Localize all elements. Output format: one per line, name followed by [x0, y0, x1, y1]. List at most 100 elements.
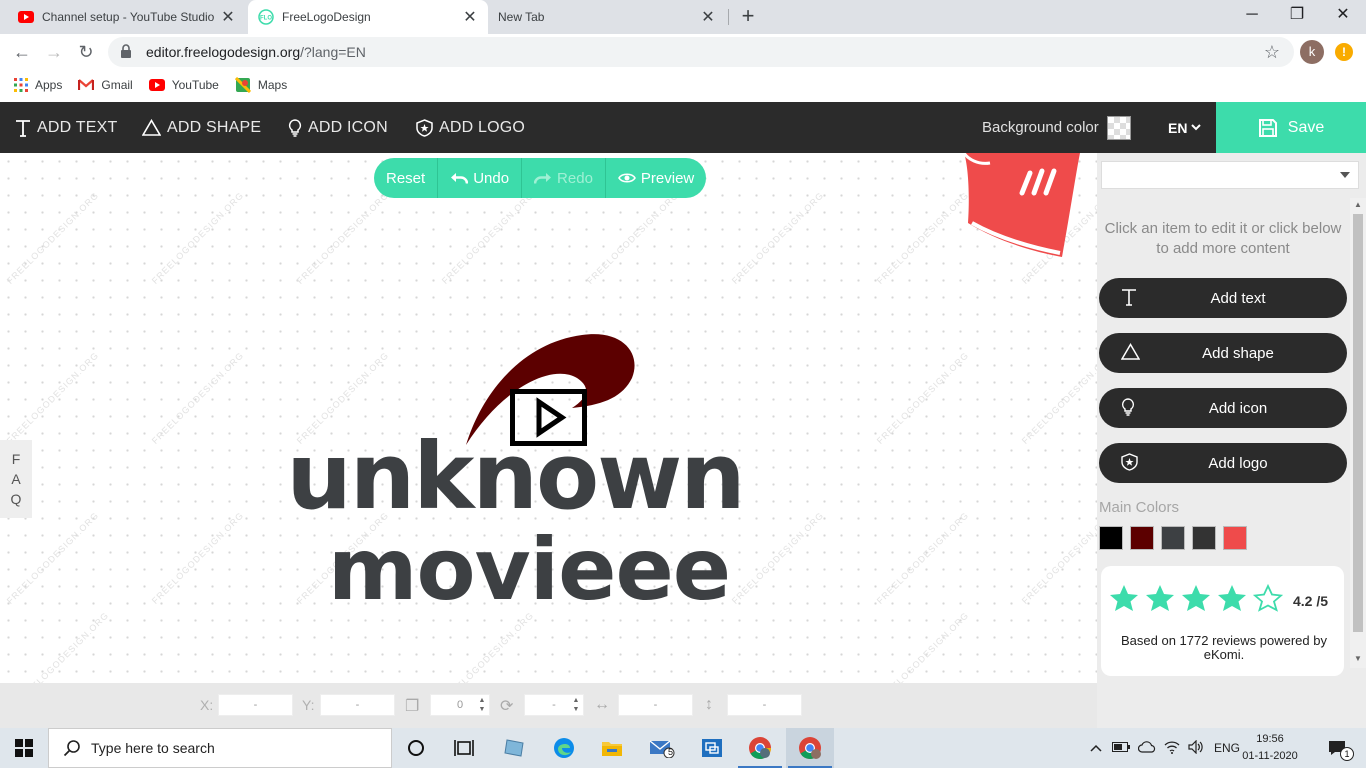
task-view-icon[interactable]: [440, 728, 488, 768]
reset-button[interactable]: Reset: [374, 158, 439, 198]
input-language[interactable]: ENG: [1214, 741, 1240, 755]
y-input[interactable]: -: [320, 694, 395, 716]
redo-button[interactable]: Redo: [522, 158, 606, 198]
notification-icon[interactable]: 1: [1312, 728, 1362, 768]
chrome-profile-icon[interactable]: [786, 728, 834, 768]
star-full-icon: [1146, 585, 1174, 611]
watermark: FREELOGODESIGN.ORG: [4, 510, 101, 606]
bookmark-maps[interactable]: Maps: [234, 77, 287, 93]
tab-close-icon[interactable]: ✕: [220, 7, 236, 27]
clock-time: 19:56: [1256, 733, 1284, 745]
background-color-control[interactable]: Background color: [982, 102, 1131, 153]
reload-icon[interactable]: ↻: [74, 40, 98, 64]
color-swatch[interactable]: [1223, 526, 1247, 550]
rotation-input[interactable]: - ▲ ▼: [524, 694, 584, 716]
windows-start-icon[interactable]: [0, 728, 48, 768]
shield-star-icon: [1121, 453, 1138, 471]
watermark: FREELOGODESIGN.ORG: [149, 510, 246, 606]
scroll-down-icon[interactable]: ▼: [1353, 654, 1363, 663]
bookmark-apps[interactable]: Apps: [14, 78, 62, 92]
watermark: FREELOGODESIGN.ORG: [874, 510, 971, 606]
cortana-icon[interactable]: [392, 728, 440, 768]
star-outline-icon: [1253, 584, 1283, 612]
width-input[interactable]: -: [618, 694, 693, 716]
stepper-icon[interactable]: ▲ ▼: [477, 696, 487, 714]
color-swatch[interactable]: [1130, 526, 1154, 550]
search-icon: [63, 739, 81, 757]
helmet-icon[interactable]: [960, 153, 1082, 261]
add-shape-button[interactable]: Add shape: [1099, 333, 1347, 373]
remote-desktop-icon[interactable]: [688, 728, 736, 768]
add-icon-tool[interactable]: ADD ICON: [288, 102, 388, 153]
logo-text-line2[interactable]: movieee: [308, 524, 750, 616]
main-colors-label: Main Colors: [1099, 499, 1180, 516]
update-badge-icon[interactable]: !: [1335, 43, 1353, 61]
minimize-icon[interactable]: ─: [1229, 0, 1275, 30]
svg-text:FLO: FLO: [260, 16, 272, 22]
preview-button[interactable]: Preview: [606, 158, 706, 198]
taskbar-search-box[interactable]: Type here to search: [48, 728, 392, 768]
undo-label: Undo: [473, 169, 510, 187]
preview-label: Preview: [640, 169, 695, 187]
tab-freelogodesign[interactable]: FLO FreeLogoDesign ✕: [248, 0, 488, 34]
bookmark-star-icon[interactable]: ☆: [1264, 42, 1280, 63]
volume-icon[interactable]: [1188, 739, 1204, 757]
add-icon-button[interactable]: Add icon: [1099, 388, 1347, 428]
add-text-tool[interactable]: ADD TEXT: [15, 102, 117, 153]
star-full-icon: [1110, 585, 1138, 611]
tab-close-icon[interactable]: ✕: [462, 7, 478, 27]
rating-score: 4.2 /5: [1293, 593, 1329, 609]
wifi-icon[interactable]: [1164, 740, 1180, 757]
tab-new-tab[interactable]: New Tab ✕: [488, 0, 726, 34]
faq-tab[interactable]: F A Q: [0, 440, 32, 518]
color-swatch[interactable]: [1161, 526, 1185, 550]
undo-button[interactable]: Undo: [438, 158, 523, 198]
logo-canvas[interactable]: FREELOGODESIGN.ORG FREELOGODESIGN.ORG FR…: [0, 153, 1097, 683]
lock-icon: [120, 44, 136, 60]
file-explorer-icon[interactable]: [588, 728, 636, 768]
add-icon-label: Add icon: [1208, 399, 1268, 417]
edge-icon[interactable]: [540, 728, 588, 768]
cloud-icon[interactable]: [1137, 740, 1156, 756]
x-input[interactable]: -: [218, 694, 293, 716]
height-input[interactable]: -: [727, 694, 802, 716]
faq-letter: Q: [10, 491, 22, 507]
window-close-icon[interactable]: ✕: [1320, 0, 1366, 30]
language-selector[interactable]: EN: [1168, 102, 1202, 153]
bookmark-youtube[interactable]: YouTube: [148, 78, 219, 92]
stepper-icon[interactable]: ▲ ▼: [571, 696, 581, 714]
mail-icon[interactable]: 5: [638, 728, 686, 768]
tablet-app-icon[interactable]: [490, 728, 538, 768]
height-arrows-icon: ↕: [705, 696, 713, 713]
scrollbar-thumb[interactable]: [1353, 214, 1363, 632]
tab-close-icon[interactable]: ✕: [700, 7, 716, 27]
bookmark-gmail[interactable]: Gmail: [78, 78, 133, 92]
add-logo-button[interactable]: Add logo: [1099, 443, 1347, 483]
floppy-disk-icon: [1258, 118, 1278, 138]
add-shape-tool[interactable]: ADD SHAPE: [142, 102, 261, 153]
color-swatch[interactable]: [1099, 526, 1123, 550]
scroll-up-icon[interactable]: ▲: [1353, 200, 1363, 209]
logo-text-line1[interactable]: unknown: [272, 427, 758, 527]
color-swatch[interactable]: [1192, 526, 1216, 550]
add-text-button[interactable]: Add text: [1099, 278, 1347, 318]
background-color-swatch[interactable]: [1106, 115, 1131, 140]
address-bar[interactable]: editor.freelogodesign.org/?lang=EN ☆: [108, 37, 1294, 67]
back-arrow-icon[interactable]: ←: [10, 40, 34, 64]
tab-youtube-studio[interactable]: Channel setup - YouTube Studio ✕: [8, 0, 246, 34]
new-tab-plus-icon[interactable]: +: [736, 4, 760, 30]
panel-scrollbar[interactable]: ▲ ▼: [1350, 198, 1366, 668]
chevron-up-icon[interactable]: [1090, 741, 1102, 755]
save-button[interactable]: Save: [1216, 102, 1366, 153]
element-select[interactable]: [1101, 161, 1359, 189]
battery-icon[interactable]: [1112, 741, 1130, 755]
layer-input[interactable]: 0 ▲ ▼: [430, 694, 490, 716]
chrome-icon[interactable]: [736, 728, 784, 768]
profile-avatar[interactable]: k: [1300, 40, 1324, 64]
system-tray: ENG: [1090, 728, 1240, 768]
forward-arrow-icon[interactable]: →: [42, 40, 66, 64]
add-logo-tool[interactable]: ADD LOGO: [416, 102, 525, 153]
clock[interactable]: 19:56 01-11-2020: [1240, 731, 1300, 765]
width-arrows-icon: ↔: [594, 696, 610, 713]
restore-icon[interactable]: ❐: [1274, 0, 1320, 30]
